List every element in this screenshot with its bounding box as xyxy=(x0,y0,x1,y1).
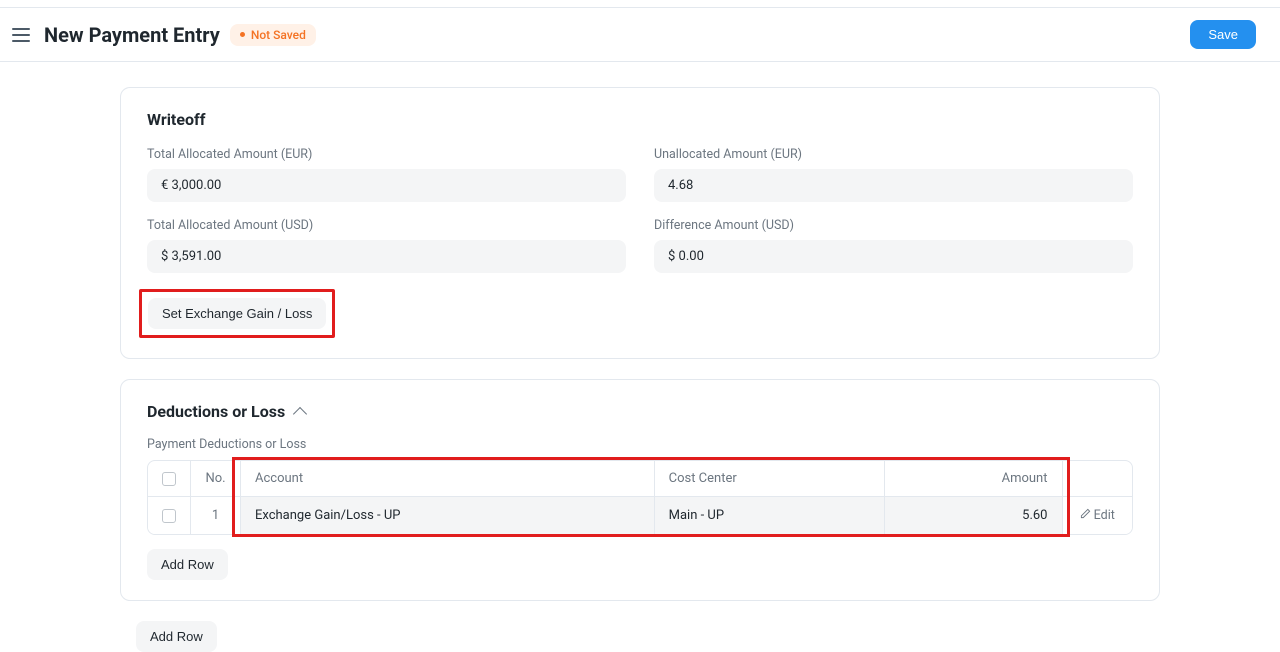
deductions-table: No. Account Cost Center Amount 1 Exchang… xyxy=(147,460,1133,535)
row-cost-center[interactable]: Main - UP xyxy=(654,497,884,535)
difference-usd-value: $ 0.00 xyxy=(654,240,1133,273)
deductions-heading: Deductions or Loss xyxy=(147,402,285,421)
page-title: New Payment Entry xyxy=(44,23,220,47)
table-row: 1 Exchange Gain/Loss - UP Main - UP 5.60… xyxy=(148,497,1132,535)
total-allocated-usd-label: Total Allocated Amount (USD) xyxy=(147,218,626,233)
total-allocated-usd-value: $ 3,591.00 xyxy=(147,240,626,273)
chevron-up-icon[interactable] xyxy=(293,406,307,420)
total-allocated-eur-value: € 3,000.00 xyxy=(147,169,626,202)
outer-add-row-button[interactable]: Add Row xyxy=(136,621,217,652)
set-exchange-gain-loss-button[interactable]: Set Exchange Gain / Loss xyxy=(148,298,326,329)
unallocated-eur-label: Unallocated Amount (EUR) xyxy=(654,147,1133,162)
difference-usd-label: Difference Amount (USD) xyxy=(654,218,1133,233)
deductions-sublabel: Payment Deductions or Loss xyxy=(147,437,1133,452)
col-edit xyxy=(1062,461,1132,497)
row-no: 1 xyxy=(191,497,241,535)
row-checkbox[interactable] xyxy=(162,509,176,523)
col-amount: Amount xyxy=(884,461,1062,497)
table-header-row: No. Account Cost Center Amount xyxy=(148,461,1132,497)
header-checkbox[interactable] xyxy=(162,472,176,486)
unallocated-eur-value: 4.68 xyxy=(654,169,1133,202)
row-edit[interactable]: Edit xyxy=(1062,497,1132,535)
highlight-set-exchange: Set Exchange Gain / Loss xyxy=(139,289,335,338)
page-header: New Payment Entry Not Saved Save xyxy=(0,8,1280,62)
col-cost-center: Cost Center xyxy=(654,461,884,497)
status-badge: Not Saved xyxy=(230,24,316,46)
deductions-section: Deductions or Loss Payment Deductions or… xyxy=(120,379,1160,601)
pencil-icon xyxy=(1080,508,1091,523)
writeoff-heading: Writeoff xyxy=(147,110,1133,129)
col-account: Account xyxy=(241,461,655,497)
save-button[interactable]: Save xyxy=(1190,20,1256,49)
status-dot-icon xyxy=(240,32,245,37)
total-allocated-eur-label: Total Allocated Amount (EUR) xyxy=(147,147,626,162)
writeoff-section: Writeoff Total Allocated Amount (EUR) € … xyxy=(120,87,1160,359)
col-no: No. xyxy=(191,461,241,497)
row-account[interactable]: Exchange Gain/Loss - UP xyxy=(241,497,655,535)
menu-icon[interactable] xyxy=(12,28,30,42)
add-row-button[interactable]: Add Row xyxy=(147,549,228,580)
row-amount[interactable]: 5.60 xyxy=(884,497,1062,535)
